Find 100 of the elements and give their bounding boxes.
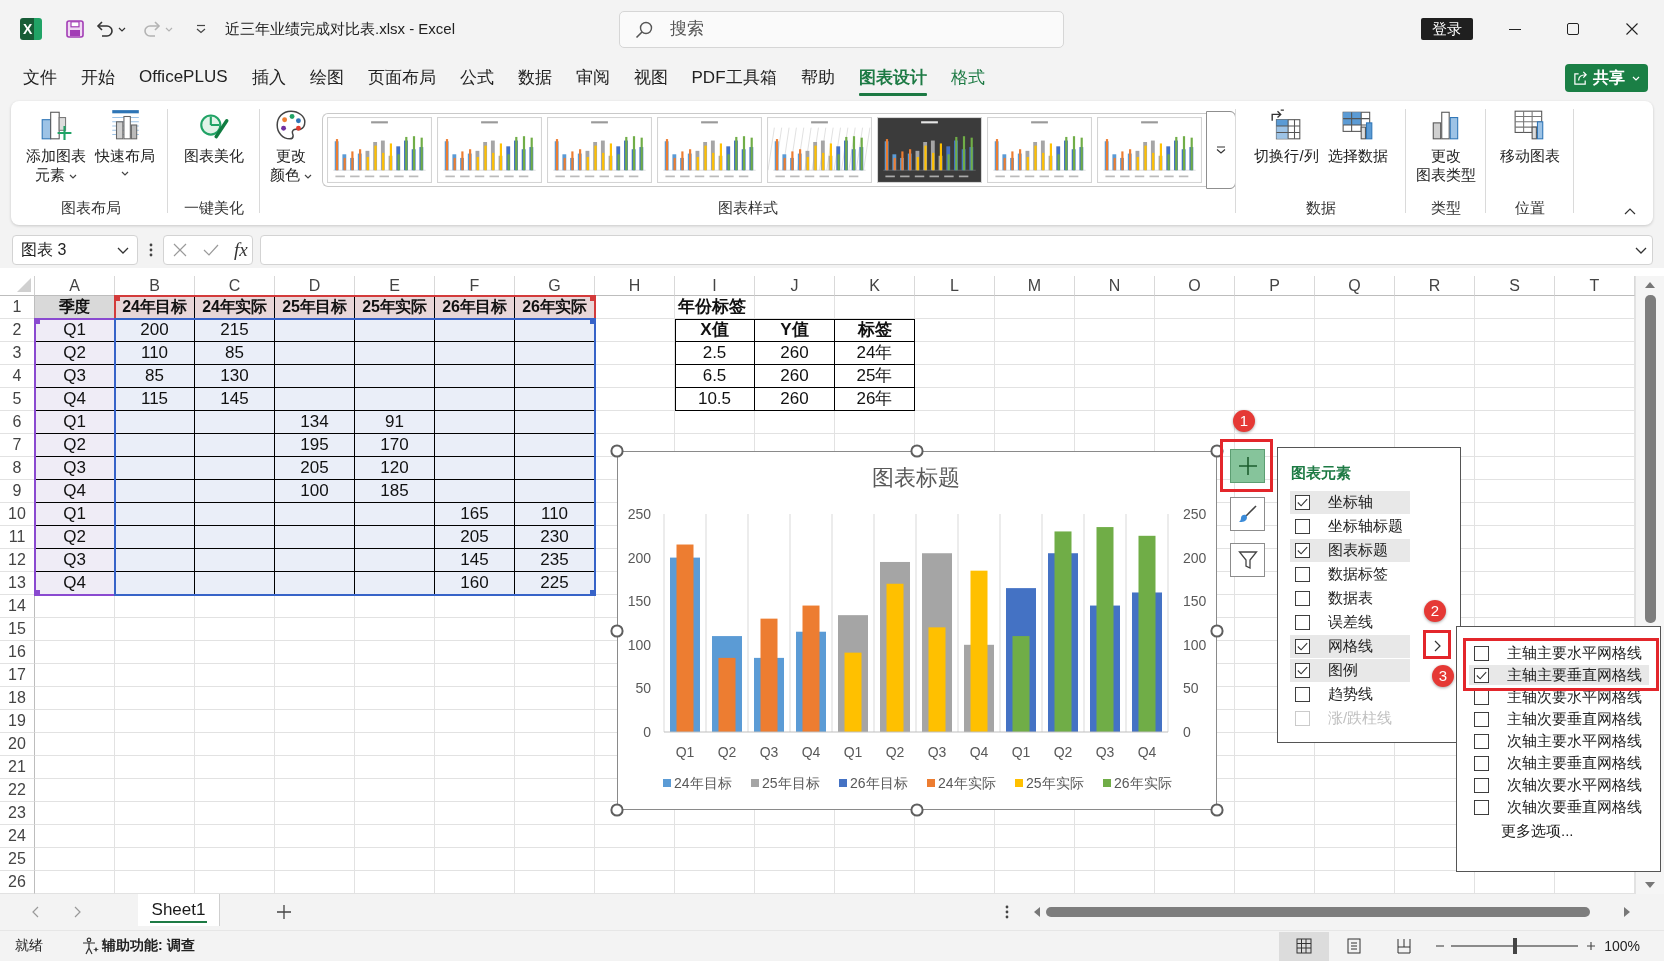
gridline-option[interactable]: 主轴次要垂直网格线 (1469, 709, 1649, 729)
formula-input-field[interactable] (260, 235, 1653, 265)
resize-handle-icon[interactable] (610, 624, 624, 638)
gridline-option[interactable]: 主轴主要垂直网格线 (1469, 665, 1649, 685)
chart-element-option[interactable]: 坐标轴标题 (1290, 514, 1410, 538)
checkbox[interactable] (1474, 711, 1489, 727)
chart-style-thumbnail[interactable] (767, 117, 872, 183)
checkbox[interactable] (1295, 494, 1310, 510)
checkbox[interactable] (1474, 645, 1489, 661)
scroll-down-icon[interactable] (1645, 882, 1655, 888)
more-options-icon[interactable] (149, 242, 153, 258)
slider-thumb[interactable] (1512, 938, 1517, 954)
ribbon-tab[interactable]: 视图 (621, 59, 680, 97)
checkbox[interactable] (1295, 566, 1310, 582)
resize-handle-icon[interactable] (1210, 803, 1224, 817)
column-header[interactable]: I (675, 276, 755, 296)
more-options-link[interactable]: 更多选项... (1501, 820, 1660, 842)
accessibility-icon[interactable] (81, 937, 99, 955)
normal-view-button[interactable] (1279, 931, 1330, 961)
resize-handle-icon[interactable] (610, 444, 624, 458)
ribbon-tab[interactable]: PDF工具箱 (679, 59, 789, 97)
column-header[interactable]: J (755, 276, 835, 296)
chart-element-option[interactable]: 图例 (1290, 658, 1410, 682)
more-options-icon[interactable] (1005, 904, 1009, 920)
add-sheet-icon[interactable] (277, 905, 291, 919)
check-icon[interactable] (203, 242, 219, 258)
gridline-option[interactable]: 主轴主要水平网格线 (1469, 643, 1649, 663)
column-header[interactable]: H (595, 276, 675, 296)
resize-handle-icon[interactable] (1210, 624, 1224, 638)
column-header[interactable]: T (1555, 276, 1635, 296)
scroll-up-icon[interactable] (1645, 282, 1655, 288)
ribbon-tab[interactable]: 绘图 (297, 59, 356, 97)
close-icon[interactable] (1626, 23, 1638, 35)
share-button[interactable]: 共享 (1565, 64, 1648, 92)
chart-style-thumbnail[interactable] (657, 117, 762, 183)
checkbox[interactable] (1474, 799, 1489, 815)
resize-handle-icon[interactable] (610, 803, 624, 817)
scrollbar-thumb[interactable] (1645, 295, 1656, 623)
chevron-left-icon[interactable] (32, 906, 39, 918)
column-header[interactable]: L (915, 276, 995, 296)
zoom-in-icon[interactable] (1586, 941, 1597, 951)
chart-style-thumbnail[interactable] (437, 117, 542, 183)
gridline-option[interactable]: 次轴主要垂直网格线 (1469, 753, 1649, 773)
column-header[interactable]: K (835, 276, 915, 296)
chart-element-option[interactable]: 数据标签 (1290, 562, 1410, 586)
sheet-tab[interactable]: Sheet1 (138, 894, 220, 926)
gallery-more-button[interactable] (1206, 111, 1236, 189)
ribbon-button[interactable]: 更改图表类型 (1414, 101, 1478, 184)
checkbox[interactable] (1295, 638, 1310, 654)
chevron-right-icon[interactable] (74, 906, 81, 918)
chart-element-option[interactable]: 数据表 (1290, 586, 1410, 610)
ribbon-tab[interactable]: 数据 (505, 59, 564, 97)
ribbon-button[interactable]: 选择数据 (1325, 101, 1390, 165)
chart-title[interactable]: 图表标题 (872, 465, 960, 490)
column-header[interactable]: R (1395, 276, 1475, 296)
undo-icon[interactable] (96, 20, 114, 38)
column-header[interactable]: P (1235, 276, 1315, 296)
scroll-right-icon[interactable] (1624, 907, 1630, 917)
ribbon-tab[interactable]: 图表设计 (846, 59, 939, 97)
ribbon-button[interactable]: 添加图表元素 (24, 101, 88, 184)
ribbon-tab[interactable]: OfficePLUS (127, 61, 240, 95)
chart-element-option[interactable]: 趋势线 (1290, 682, 1410, 706)
caret-icon[interactable] (117, 246, 129, 254)
chart-filters-button[interactable] (1230, 543, 1265, 577)
chart-element-option[interactable]: 误差线 (1290, 610, 1410, 634)
chart-elements-button[interactable] (1230, 449, 1265, 483)
chart-style-thumbnail[interactable] (987, 117, 1092, 183)
column-header[interactable]: M (995, 276, 1075, 296)
checkbox[interactable] (1295, 542, 1310, 558)
ribbon-button[interactable]: 移动图表 (1498, 101, 1562, 165)
scrollbar-thumb[interactable] (1046, 907, 1590, 917)
ribbon-tab[interactable]: 格式 (938, 59, 997, 97)
name-box[interactable]: 图表 3 (12, 235, 138, 265)
maximize-icon[interactable] (1567, 23, 1579, 35)
chart-style-thumbnail[interactable] (877, 117, 982, 183)
column-header[interactable]: Q (1315, 276, 1395, 296)
ribbon-button[interactable]: 图表美化 (182, 101, 246, 165)
ribbon-tab[interactable]: 插入 (239, 59, 298, 97)
checkbox[interactable] (1474, 733, 1489, 749)
chart-style-thumbnail[interactable] (327, 117, 432, 183)
checkbox[interactable] (1295, 518, 1310, 534)
chart-element-option[interactable]: 网格线 (1290, 634, 1410, 658)
column-header[interactable]: N (1075, 276, 1155, 296)
ribbon-tab[interactable]: 公式 (447, 59, 506, 97)
search-field[interactable]: 搜索 (619, 10, 1064, 48)
checkbox[interactable] (1295, 662, 1310, 678)
gridline-option[interactable]: 次轴主要水平网格线 (1469, 731, 1649, 751)
chart-area[interactable]: 图表标题 0 50 100 150 200 250 0 50 100 150 200 250 Q1 Q2 Q3 Q4 Q1 Q2 Q3 Q4 Q1 Q2 Q3 Q4 24年目标 25年目标 26年目标 24年实际 25年实际 26年实际 (617, 451, 1217, 810)
chart-styles-button[interactable] (1230, 497, 1265, 531)
chart-style-thumbnail[interactable] (1097, 117, 1202, 183)
chart-element-option[interactable]: 图表标题 (1290, 538, 1410, 562)
save-icon[interactable] (66, 20, 84, 38)
ribbon-tab[interactable]: 开始 (69, 59, 127, 97)
ribbon-tab[interactable]: 页面布局 (355, 59, 448, 97)
accessibility-status[interactable]: 辅助功能: 调查 (102, 937, 195, 955)
resize-handle-icon[interactable] (910, 444, 924, 458)
chart-style-thumbnail[interactable] (547, 117, 652, 183)
expand-caret-icon[interactable] (1635, 247, 1647, 254)
column-header[interactable]: S (1475, 276, 1555, 296)
collapse-ribbon-icon[interactable] (1624, 208, 1636, 215)
